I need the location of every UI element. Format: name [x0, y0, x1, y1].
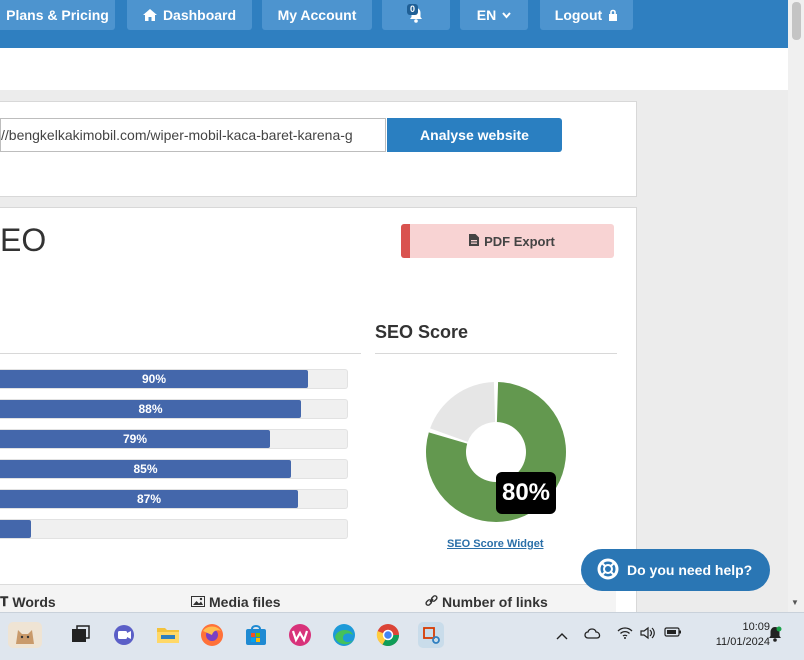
widgets-cat-icon[interactable]: [8, 622, 42, 648]
snipping-tool-icon[interactable]: [418, 622, 444, 648]
image-icon: [191, 594, 205, 610]
file-explorer-icon[interactable]: [155, 622, 181, 648]
scrollbar-thumb[interactable]: [792, 2, 801, 40]
nav-logout-label: Logout: [554, 7, 603, 23]
nav-my-account[interactable]: My Account: [262, 0, 372, 30]
seo-score-widget-link[interactable]: SEO Score Widget: [447, 538, 543, 550]
notification-badge: 0: [406, 4, 418, 15]
notification-bell-icon[interactable]: [768, 626, 782, 645]
score-bar-fill: 90%: [0, 370, 308, 388]
score-bar: [0, 519, 348, 539]
scroll-down-arrow-icon[interactable]: ▼: [791, 598, 799, 607]
nav-dashboard-label: Dashboard: [162, 7, 237, 23]
score-bar: 90%: [0, 369, 348, 389]
clock-time: 10:09: [742, 621, 770, 633]
nav-plans-label: Plans & Pricing: [6, 7, 109, 23]
score-bar: 85%: [0, 459, 348, 479]
media-files-label: Media files: [209, 594, 281, 610]
pdf-export-button[interactable]: PDF Export: [401, 224, 614, 258]
score-bar-fill: [0, 520, 31, 538]
score-bar: 88%: [0, 399, 348, 419]
score-bar-fill: 88%: [0, 400, 301, 418]
score-bar: 79%: [0, 429, 348, 449]
words-stat: 𝐓 Words: [0, 594, 56, 610]
top-navigation: Plans & Pricing Dashboard My Account 0 E…: [0, 0, 788, 48]
analyse-website-button[interactable]: Analyse website: [387, 118, 562, 152]
donut-empty-segment: [430, 382, 496, 442]
file-pdf-icon: [469, 233, 480, 249]
divider: [375, 353, 617, 354]
media-files-stat: Media files: [191, 594, 281, 610]
text-size-icon: 𝐓: [0, 594, 9, 609]
score-bar-fill: 79%: [0, 430, 270, 448]
links-label: Number of links: [442, 594, 548, 610]
lock-icon: [608, 9, 618, 21]
meet-video-icon[interactable]: [111, 622, 137, 648]
links-stat: Number of links: [425, 594, 548, 610]
url-input[interactable]: //bengkelkakimobil.com/wiper-mobil-kaca-…: [0, 118, 386, 152]
home-icon: [142, 9, 157, 21]
nav-language-label: EN: [476, 7, 497, 23]
nav-logout[interactable]: Logout: [540, 0, 633, 30]
score-bar-fill: 85%: [0, 460, 291, 478]
score-bar-fill: 87%: [0, 490, 298, 508]
help-label: Do you need help?: [627, 562, 753, 578]
tray-chevron-up-icon[interactable]: [556, 628, 568, 643]
nav-account-label: My Account: [277, 7, 357, 23]
microsoft-store-icon[interactable]: [243, 622, 269, 648]
seo-score-value: 80%: [496, 472, 556, 514]
url-input-value: //bengkelkakimobil.com/wiper-mobil-kaca-…: [1, 127, 353, 143]
battery-icon[interactable]: [664, 626, 682, 641]
link-icon: [425, 594, 438, 610]
task-view-icon[interactable]: [68, 622, 94, 648]
firefox-icon[interactable]: [199, 622, 225, 648]
seo-score-heading: SEO Score: [375, 322, 469, 342]
words-label: Words: [12, 594, 56, 610]
clock-date: 11/01/2024: [715, 636, 770, 648]
divider: [0, 353, 361, 354]
speaker-icon[interactable]: [640, 626, 656, 643]
edge-browser-icon[interactable]: [331, 622, 357, 648]
nav-language-select[interactable]: EN: [460, 0, 528, 30]
page-title: EO: [0, 222, 47, 258]
wifi-icon[interactable]: [617, 626, 633, 643]
taskbar-clock[interactable]: 10:09 11/01/2024: [690, 620, 770, 650]
help-chat-button[interactable]: Do you need help?: [581, 549, 770, 591]
wps-office-icon[interactable]: [287, 622, 313, 648]
nav-dashboard[interactable]: Dashboard: [127, 0, 252, 30]
page-scrollbar[interactable]: [788, 0, 804, 612]
chevron-down-icon: [502, 11, 511, 19]
chrome-browser-icon[interactable]: [375, 622, 401, 648]
nav-notifications[interactable]: 0: [382, 0, 450, 30]
nav-plans-pricing[interactable]: Plans & Pricing: [0, 0, 115, 30]
lifebuoy-icon: [597, 558, 619, 583]
onedrive-cloud-icon[interactable]: [584, 626, 602, 643]
pdf-export-label: PDF Export: [484, 233, 555, 249]
score-bar: 87%: [0, 489, 348, 509]
subheader-band: [0, 48, 788, 90]
